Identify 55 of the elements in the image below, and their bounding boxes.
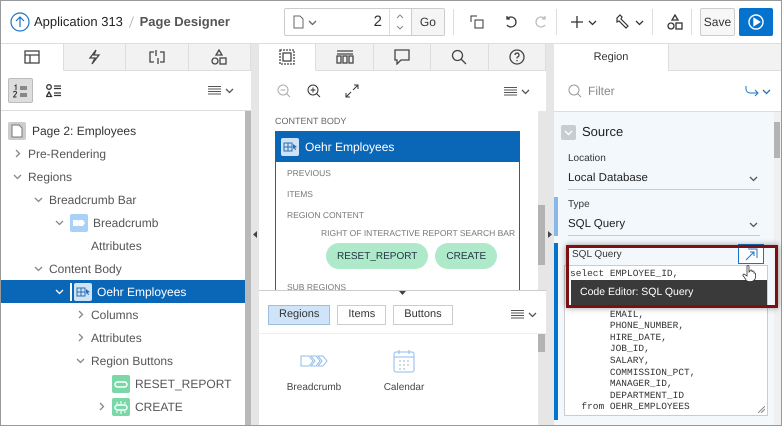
code-line: PHONE_NUMBER,: [608, 320, 684, 332]
filter-field[interactable]: Filter: [588, 82, 708, 100]
application-link[interactable]: Application 313: [34, 12, 123, 32]
gallery-tab[interactable]: Items: [337, 304, 386, 324]
go-button[interactable]: Go: [410, 9, 444, 35]
tree-item[interactable]: RESET_REPORT: [135, 374, 232, 392]
slot-label: ITEMS: [287, 188, 314, 201]
tree-item[interactable]: Breadcrumb: [93, 214, 158, 232]
gallery-item-label[interactable]: Breadcrumb: [286, 380, 342, 395]
code-line: EMAIL,: [608, 308, 644, 320]
code-line: SALARY,: [608, 354, 650, 367]
region-card[interactable]: Oehr Employees PREVIOUS ITEMS REGION CONTENT RIGHT OF INTERACTIVE REPORT SEARCH BAR RESET_REPORT CREATE SUB REGIONS: [275, 130, 520, 290]
page-number-field[interactable]: 2: [364, 10, 382, 34]
code-line: COMMISSION_PCT,: [608, 366, 696, 378]
select-value: SQL Query: [568, 216, 626, 232]
group-title: Source: [582, 123, 624, 142]
page-title: Page Designer: [140, 13, 230, 32]
tree-row[interactable]: Oehr Employees: [1, 280, 245, 303]
page-selector[interactable]: 2 Go: [284, 8, 445, 36]
tree-item[interactable]: Breadcrumb Bar: [49, 190, 136, 208]
gallery-tab[interactable]: Buttons: [393, 304, 453, 324]
tree-item[interactable]: CREATE: [135, 398, 183, 416]
slot-label: PREVIOUS: [287, 166, 332, 180]
slot-label: SUB REGIONS: [287, 281, 346, 290]
select-field[interactable]: SQL Query: [568, 214, 760, 236]
tree-item[interactable]: Oehr Employees: [97, 282, 186, 300]
gallery-tab[interactable]: Regions: [268, 304, 330, 324]
tree-item[interactable]: Regions: [28, 168, 72, 186]
save-button[interactable]: Save: [700, 8, 736, 36]
code-line: JOB_ID,: [608, 343, 650, 355]
tree-item[interactable]: Attributes: [91, 328, 142, 346]
code-line: HIRE_DATE,: [608, 332, 667, 344]
region-button[interactable]: RESET_REPORT: [326, 243, 428, 270]
slot-label: REGION CONTENT: [287, 208, 365, 222]
tree-row[interactable]: Breadcrumb: [1, 211, 245, 234]
region-button[interactable]: CREATE: [435, 243, 498, 270]
code-line: DEPARTMENT_ID: [608, 390, 684, 402]
tree-item[interactable]: Attributes: [91, 236, 142, 254]
code-line: MANAGER_ID,: [608, 378, 673, 390]
field-label: SQL Query: [572, 248, 622, 262]
field-label: Location: [568, 152, 607, 166]
tree-item[interactable]: Columns: [91, 306, 138, 324]
tree-item[interactable]: Content Body: [49, 260, 122, 278]
code-line: select EMPLOYEE_ID,: [570, 268, 678, 280]
select-value: Local Database: [568, 170, 648, 186]
select-field[interactable]: Local Database: [568, 168, 760, 190]
slot-label: RIGHT OF INTERACTIVE REPORT SEARCH BAR: [320, 226, 516, 240]
tooltip: Code Editor: SQL Query: [571, 280, 767, 305]
gallery-item-label[interactable]: Calendar: [384, 380, 424, 395]
tree-item[interactable]: Pre-Rendering: [28, 144, 106, 162]
code-line: from OEHR_EMPLOYEES: [580, 401, 690, 413]
section-label: CONTENT BODY: [275, 115, 348, 128]
tree-item[interactable]: Page 2: Employees: [32, 122, 136, 140]
field-label: Type: [568, 198, 591, 212]
tree-item[interactable]: Region Buttons: [91, 352, 174, 370]
